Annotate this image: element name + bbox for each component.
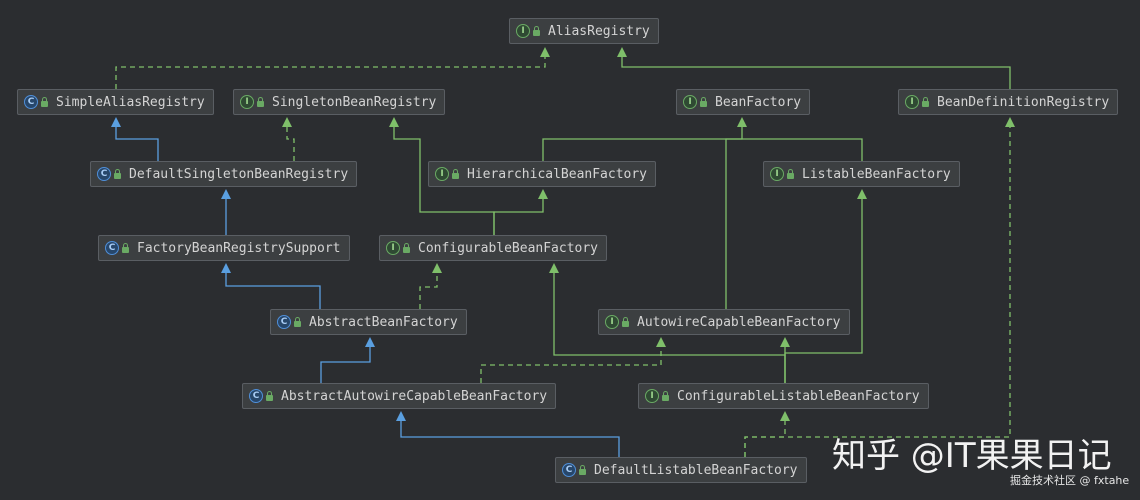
lock-icon — [114, 168, 121, 179]
lock-icon — [700, 96, 707, 107]
node-label: DefaultListableBeanFactory — [594, 462, 798, 478]
edge-abstractautowire-autowirecapable — [480, 337, 666, 383]
edge-configurablebeanfactory-hierarchical — [493, 189, 548, 235]
lock-icon — [122, 242, 129, 253]
watermark-main: 知乎 @IT果果日记 — [832, 436, 1112, 476]
node-label: BeanDefinitionRegistry — [937, 94, 1110, 110]
edge-defaultsingleton-simplealias — [111, 117, 159, 161]
edge-abstractbeanfactory-configurablebeanfactory — [419, 263, 442, 309]
edge-defaultsingleton-singletonregistry — [282, 117, 295, 161]
interface-icon: I — [905, 95, 919, 109]
watermark-sub: 掘金技术社区 @ fxtahe — [1010, 474, 1130, 487]
edge-configurablelistable-listable — [784, 189, 867, 383]
class-icon: C — [562, 463, 576, 477]
lock-icon — [787, 168, 794, 179]
abstract-class-icon: C — [105, 241, 119, 255]
edge-beandefinitionregistry-aliasregistry — [617, 47, 1011, 89]
lock-icon — [403, 242, 410, 253]
node-configurable-listable-bean-factory[interactable]: I ConfigurableListableBeanFactory — [638, 383, 929, 409]
edge-simplealiasregistry-aliasregistry — [115, 47, 550, 89]
node-label: AbstractAutowireCapableBeanFactory — [281, 388, 548, 404]
node-label: ConfigurableBeanFactory — [418, 240, 599, 256]
class-icon: C — [24, 95, 38, 109]
node-abstract-bean-factory[interactable]: C AbstractBeanFactory — [270, 309, 467, 335]
interface-icon: I — [240, 95, 254, 109]
lock-icon — [266, 390, 273, 401]
node-listable-bean-factory[interactable]: I ListableBeanFactory — [763, 161, 960, 187]
edge-abstractbeanfactory-factorybeanregistrysupport — [221, 263, 321, 309]
lock-icon — [41, 96, 48, 107]
lock-icon — [579, 464, 586, 475]
node-bean-definition-registry[interactable]: I BeanDefinitionRegistry — [898, 89, 1119, 115]
abstract-class-icon: C — [277, 315, 291, 329]
lock-icon — [294, 316, 301, 327]
node-hierarchical-bean-factory[interactable]: I HierarchicalBeanFactory — [428, 161, 657, 187]
edge-autowirecapable-beanfactory — [725, 138, 742, 309]
node-label: HierarchicalBeanFactory — [467, 166, 648, 182]
node-factory-bean-registry-support[interactable]: C FactoryBeanRegistrySupport — [98, 235, 350, 261]
edge-listable-beanfactory — [742, 138, 863, 161]
class-icon: C — [97, 167, 111, 181]
interface-icon: I — [386, 241, 400, 255]
node-configurable-bean-factory[interactable]: I ConfigurableBeanFactory — [379, 235, 608, 261]
interface-icon: I — [605, 315, 619, 329]
node-label: FactoryBeanRegistrySupport — [137, 240, 341, 256]
node-label: AutowireCapableBeanFactory — [637, 314, 841, 330]
edge-abstractautowire-abstractbeanfactory — [320, 337, 375, 383]
interface-icon: I — [435, 167, 449, 181]
node-abstract-autowire-capable-bean-factory[interactable]: C AbstractAutowireCapableBeanFactory — [242, 383, 557, 409]
node-label: AliasRegistry — [548, 23, 650, 39]
node-alias-registry[interactable]: I AliasRegistry — [509, 18, 659, 44]
lock-icon — [257, 96, 264, 107]
node-autowire-capable-bean-factory[interactable]: I AutowireCapableBeanFactory — [598, 309, 850, 335]
lock-icon — [662, 390, 669, 401]
node-bean-factory[interactable]: I BeanFactory — [676, 89, 811, 115]
abstract-class-icon: C — [249, 389, 263, 403]
interface-icon: I — [645, 389, 659, 403]
node-default-singleton-bean-registry[interactable]: C DefaultSingletonBeanRegistry — [90, 161, 358, 187]
lock-icon — [922, 96, 929, 107]
node-label: DefaultSingletonBeanRegistry — [129, 166, 349, 182]
node-default-listable-bean-factory[interactable]: C DefaultListableBeanFactory — [555, 457, 807, 483]
node-label: ConfigurableListableBeanFactory — [677, 388, 920, 404]
node-label: AbstractBeanFactory — [309, 314, 458, 330]
lock-icon — [622, 316, 629, 327]
interface-icon: I — [770, 167, 784, 181]
node-singleton-bean-registry[interactable]: I SingletonBeanRegistry — [233, 89, 446, 115]
node-label: BeanFactory — [715, 94, 802, 110]
node-label: ListableBeanFactory — [802, 166, 951, 182]
edge-defaultlistable-abstractautowire — [396, 411, 620, 457]
interface-icon: I — [516, 24, 530, 38]
edge-hierarchical-beanfactory — [542, 117, 747, 161]
node-label: SingletonBeanRegistry — [272, 94, 437, 110]
node-label: SimpleAliasRegistry — [56, 94, 205, 110]
lock-icon — [533, 25, 540, 36]
node-simple-alias-registry[interactable]: C SimpleAliasRegistry — [17, 89, 214, 115]
interface-icon: I — [683, 95, 697, 109]
lock-icon — [452, 168, 459, 179]
